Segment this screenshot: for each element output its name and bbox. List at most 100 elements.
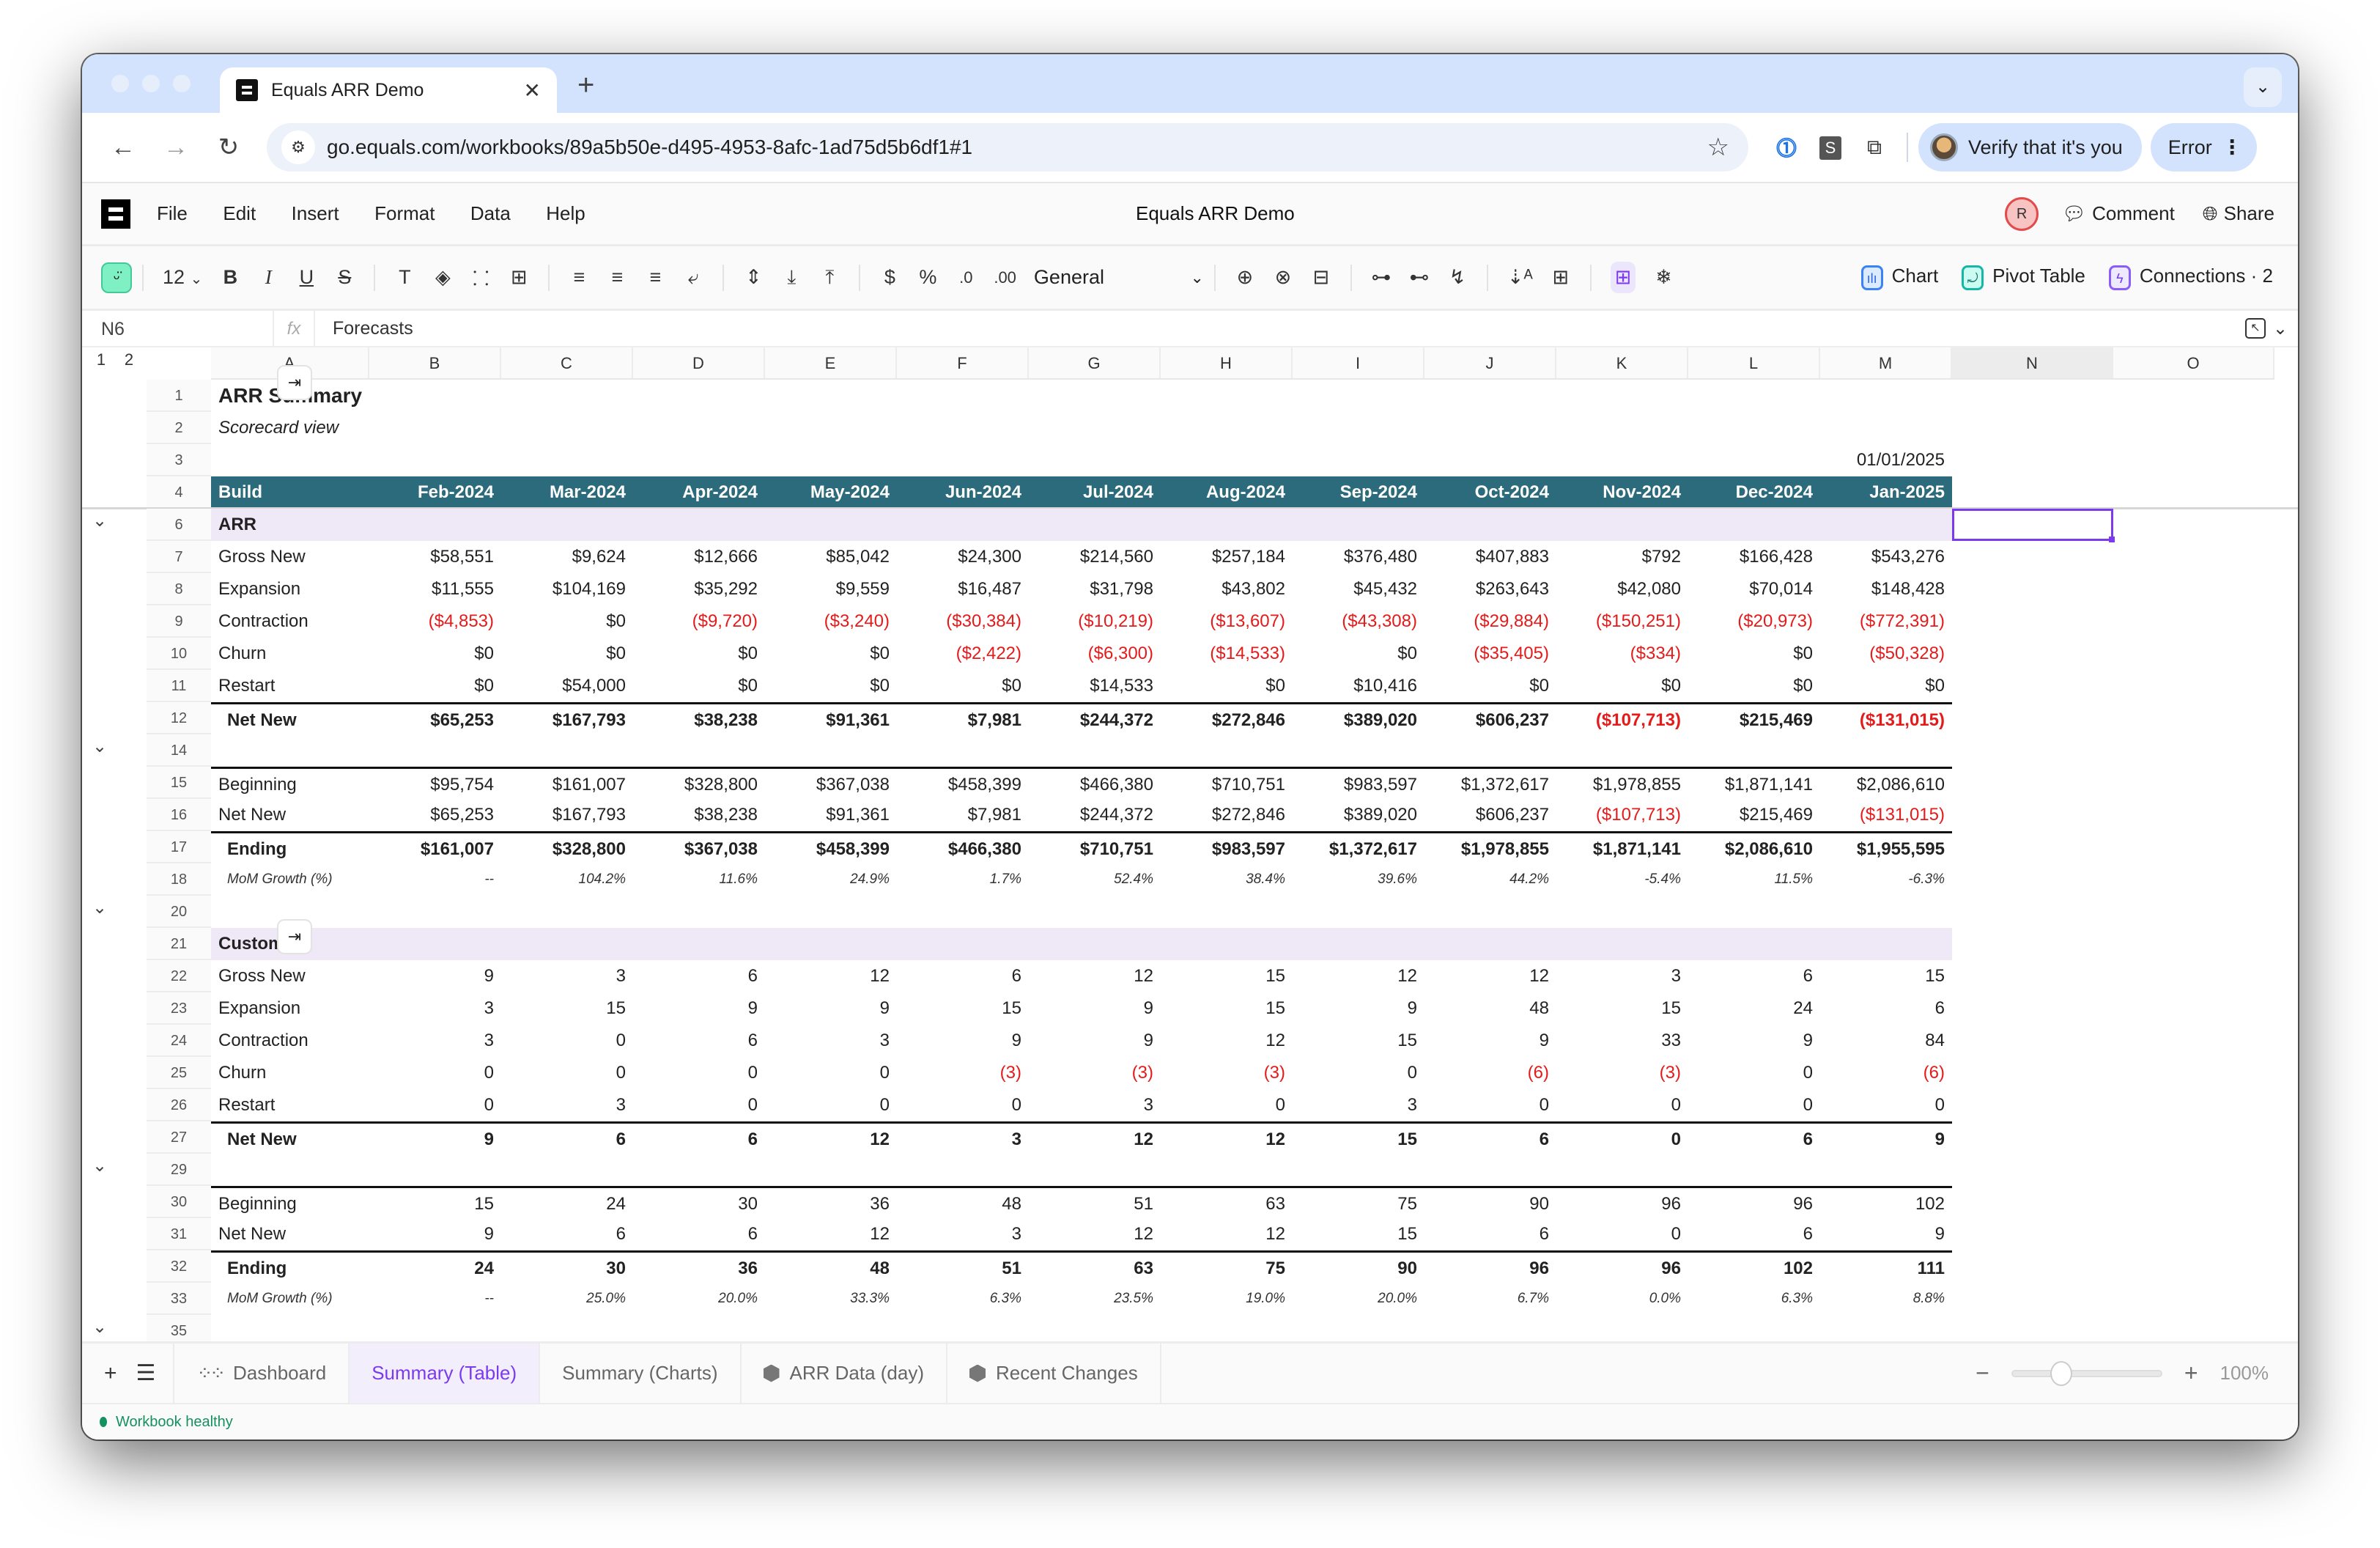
row-number[interactable]: 15 [147,767,211,799]
empty-cell[interactable] [501,412,633,444]
value-cell[interactable]: $148,428 [1820,573,1952,605]
value-cell[interactable]: $0 [1820,670,1952,702]
value-cell[interactable]: $7,981 [897,799,1029,831]
value-cell[interactable]: $58,551 [369,541,501,573]
value-cell[interactable]: $214,560 [1029,541,1161,573]
empty-cell[interactable] [765,1315,897,1341]
value-cell[interactable]: 24 [501,1188,633,1218]
italic-button[interactable]: I [258,266,278,289]
row-label-cell[interactable]: Gross New [211,960,369,992]
empty-cell[interactable] [1556,1154,1688,1186]
column-header-c[interactable]: C [501,347,633,378]
value-cell[interactable]: $10,416 [1293,670,1424,702]
freeze-panes-icon[interactable]: ❄ [1653,266,1674,289]
row-label-cell[interactable] [211,444,369,476]
empty-cell[interactable] [1820,412,1952,444]
value-cell[interactable]: 24.9% [765,863,897,896]
assistant-smiley-icon[interactable]: ᵕ̈ [101,262,132,293]
value-cell[interactable]: ($9,720) [633,605,765,638]
empty-cell[interactable] [765,896,897,928]
value-cell[interactable]: $43,802 [1161,573,1293,605]
reload-button[interactable]: ↻ [202,133,255,162]
value-cell[interactable]: 3 [501,960,633,992]
new-tab-button[interactable]: + [577,69,594,102]
empty-cell[interactable] [633,896,765,928]
address-bar[interactable]: ⚙ go.equals.com/workbooks/89a5b50e-d495-… [267,123,1748,172]
row-number[interactable]: 6 [147,509,211,541]
row-label-cell[interactable]: Beginning [211,769,369,799]
value-cell[interactable]: -- [369,863,501,896]
value-cell[interactable]: ($2,422) [897,638,1029,670]
sheet-tab-arr-data[interactable]: ARR Data (day) [742,1344,948,1403]
document-title[interactable]: Equals ARR Demo [1136,202,1295,225]
row-label-cell[interactable]: Net New [211,799,369,831]
value-cell[interactable]: 75 [1293,1188,1424,1218]
value-cell[interactable]: 9 [1688,1025,1820,1057]
row-label-cell[interactable]: MoM Growth (%) [211,1283,369,1315]
value-cell[interactable]: $161,007 [501,769,633,799]
sheet-tab-recent-changes[interactable]: Recent Changes [947,1344,1161,1403]
value-cell[interactable]: ($35,405) [1424,638,1556,670]
value-cell[interactable]: 3 [1556,960,1688,992]
borders-dotted-icon[interactable]: ⸬ [470,264,491,291]
empty-cell[interactable] [1293,896,1424,928]
value-cell[interactable]: 0 [501,1057,633,1089]
row-number[interactable]: 33 [147,1283,211,1315]
value-cell[interactable]: $85,042 [765,541,897,573]
sheet-tab-summary-charts[interactable]: Summary (Charts) [540,1344,742,1403]
row-label-cell[interactable]: Contraction [211,1025,369,1057]
value-cell[interactable]: 6 [1424,1124,1556,1154]
value-cell[interactable]: 36 [633,1253,765,1283]
outline-level-1-button[interactable]: 1 [91,350,111,369]
row-label-cell[interactable]: MoM Growth (%) [211,863,369,896]
value-cell[interactable]: 63 [1161,1188,1293,1218]
month-header-cell[interactable]: Dec-2024 [1688,476,1820,509]
empty-cell[interactable] [1293,1315,1424,1341]
value-cell[interactable]: $543,276 [1820,541,1952,573]
value-cell[interactable]: 0 [1688,1057,1820,1089]
value-cell[interactable]: $710,751 [1161,769,1293,799]
value-cell[interactable]: 0 [633,1089,765,1121]
empty-cell[interactable] [633,509,765,541]
value-cell[interactable]: $35,292 [633,573,765,605]
column-header-h[interactable]: H [1161,347,1293,378]
value-cell[interactable]: 9 [1820,1218,1952,1250]
value-cell[interactable]: 0 [369,1089,501,1121]
value-cell[interactable]: $166,428 [1688,541,1820,573]
row-label-cell[interactable]: Net New [211,1124,369,1154]
value-cell[interactable]: $0 [1424,670,1556,702]
value-cell[interactable]: 19.0% [1161,1283,1293,1315]
row-number[interactable]: 14 [147,734,211,767]
connections-button[interactable]: ϟ Connections · 2 [2108,265,2273,290]
value-cell[interactable]: 0 [369,1057,501,1089]
empty-cell[interactable] [1029,734,1161,767]
value-cell[interactable]: $367,038 [765,769,897,799]
month-header-cell[interactable]: May-2024 [765,476,897,509]
value-cell[interactable]: ($50,328) [1820,638,1952,670]
value-cell[interactable]: 104.2% [501,863,633,896]
value-cell[interactable]: $0 [1688,670,1820,702]
value-cell[interactable]: 9 [1029,1025,1161,1057]
collapse-group-chevron-icon[interactable]: ⌄ [92,736,107,757]
value-cell[interactable]: $328,800 [633,769,765,799]
value-cell[interactable]: $0 [1293,638,1424,670]
value-cell[interactable]: 6 [1424,1218,1556,1250]
empty-cell[interactable] [1424,896,1556,928]
value-cell[interactable]: 48 [765,1253,897,1283]
value-cell[interactable]: 38.4% [1161,863,1293,896]
value-cell[interactable]: 6 [633,1124,765,1154]
value-cell[interactable]: (3) [1029,1057,1161,1089]
value-cell[interactable]: $1,372,617 [1424,769,1556,799]
empty-cell[interactable] [1820,1315,1952,1341]
value-cell[interactable]: 9 [1293,992,1424,1025]
equals-logo[interactable] [101,199,130,229]
empty-cell[interactable] [369,380,501,412]
value-cell[interactable]: 6 [633,1218,765,1250]
empty-cell[interactable] [1556,509,1688,541]
close-window-button[interactable] [111,75,129,92]
empty-cell[interactable] [501,1315,633,1341]
expand-panel-handle-icon[interactable]: ⇥ [277,365,312,400]
empty-cell[interactable] [1688,509,1820,541]
minimize-window-button[interactable] [142,75,160,92]
value-cell[interactable]: 23.5% [1029,1283,1161,1315]
